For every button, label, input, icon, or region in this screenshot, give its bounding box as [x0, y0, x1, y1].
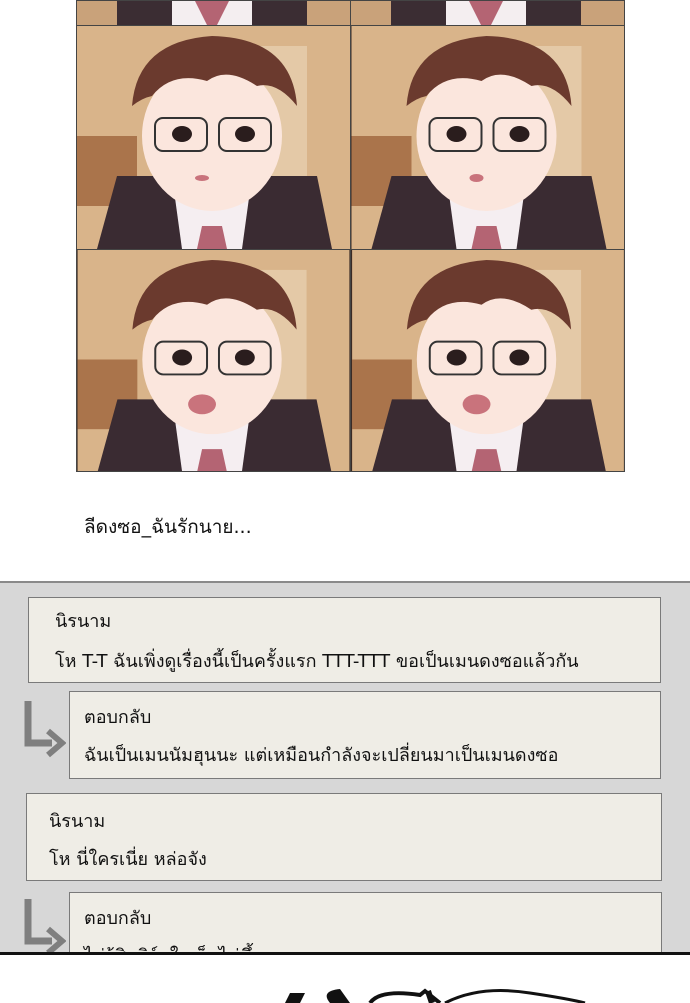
comment-box: นิรนาม โห นี่ใครเนี่ย หล่อจัง: [26, 793, 662, 881]
reply-author: ตอบกลับ: [84, 908, 152, 929]
comment-author: นิรนาม: [49, 811, 106, 832]
panel-top-left: [77, 1, 350, 25]
next-panel-partial: [0, 952, 690, 1003]
grid-divider-row1: [77, 25, 624, 26]
panel-face-2: [351, 26, 624, 249]
panel-face-4: [351, 250, 624, 471]
comment-box: นิรนาม โห T-T ฉันเพิ่งดูเรื่องนี้เป็นครั…: [28, 597, 661, 683]
grid-divider-vertical: [350, 1, 351, 471]
grid-divider-row2: [77, 249, 624, 250]
comment-text: โห นี่ใครเนี่ย หล่อจัง: [49, 849, 207, 870]
reply-text: ฉันเป็นเมนนัมฮุนนะ แต่เหมือนกำลังจะเปลี่…: [84, 745, 559, 766]
panel-caption: ลีดงซอ_ฉันรักนาย...: [84, 516, 252, 538]
reply-author: ตอบกลับ: [84, 707, 152, 728]
comic-panel-grid: [76, 0, 625, 472]
comment-author: นิรนาม: [55, 611, 112, 632]
comment-text: โห T-T ฉันเพิ่งดูเรื่องนี้เป็นครั้งแรก T…: [55, 651, 579, 672]
panel-top-right: [351, 1, 624, 25]
reply-box: ตอบกลับ ไม่รู้สิ เลิร์ดในเว็บไม่ขึ้นเลย: [69, 892, 662, 954]
panel-face-3: [77, 250, 350, 471]
panel-face-1: [77, 26, 350, 249]
reply-box: ตอบกลับ ฉันเป็นเมนนัมฮุนนะ แต่เหมือนกำลั…: [69, 691, 661, 779]
reply-arrow-icon: [24, 701, 66, 758]
comment-section: นิรนาม โห T-T ฉันเพิ่งดูเรื่องนี้เป็นครั…: [0, 581, 690, 954]
reply-arrow-icon: [24, 899, 66, 954]
next-panel-drawing: [285, 988, 586, 1003]
